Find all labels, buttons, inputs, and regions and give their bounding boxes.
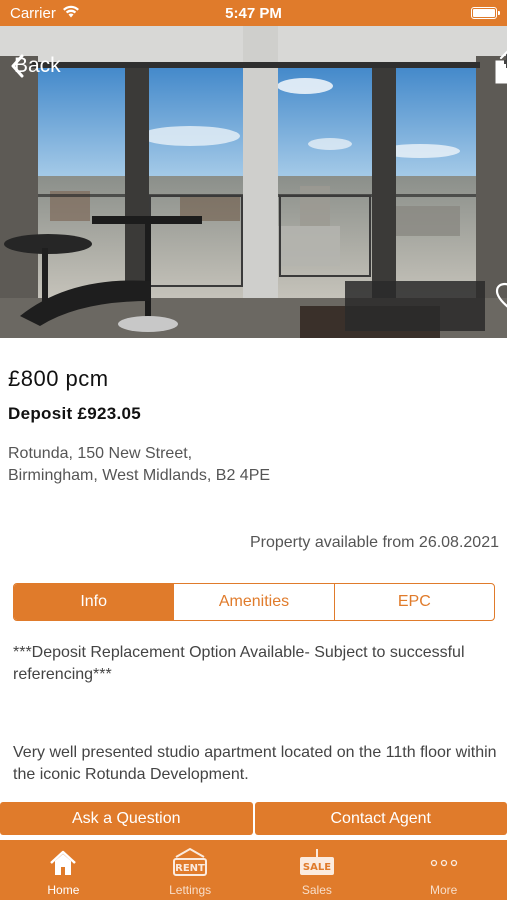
availability-date: Property available from 26.08.2021 xyxy=(249,534,499,551)
tabbar-item-home[interactable]: Home xyxy=(0,840,127,900)
wifi-icon xyxy=(62,5,80,22)
tab-epc[interactable]: EPC xyxy=(333,584,494,620)
battery-icon xyxy=(471,7,500,19)
rent-badge: RENT xyxy=(175,863,205,874)
property-photo[interactable]: Back xyxy=(0,26,507,338)
address-line-2: Birmingham, West Midlands, B2 4PE xyxy=(8,467,271,484)
property-photo-illustration xyxy=(0,26,507,338)
tabbar-label-sales: Sales xyxy=(301,883,332,897)
ask-question-button[interactable]: Ask a Question xyxy=(0,802,253,835)
info-paragraph-2: Very well presented studio apartment loc… xyxy=(13,744,497,783)
tabbar-item-lettings[interactable]: RENT Lettings xyxy=(127,840,254,900)
tabbar-label-more: More xyxy=(429,883,458,897)
tabbar-item-more[interactable]: More xyxy=(380,840,507,900)
tabbar-label-home: Home xyxy=(47,883,80,897)
tab-info[interactable]: Info xyxy=(14,584,174,620)
address-line-1: Rotunda, 150 New Street, xyxy=(8,445,193,462)
sale-sign-icon: SALE xyxy=(297,847,337,879)
carrier-label: Carrier xyxy=(10,4,56,22)
sale-badge: SALE xyxy=(303,862,331,873)
detail-tabs: Info Amenities EPC xyxy=(13,583,495,621)
home-icon xyxy=(49,847,77,879)
bottom-tab-bar: Home RENT Lettings SALE Sales More xyxy=(0,840,507,900)
action-bar: Ask a Question Contact Agent xyxy=(0,802,507,835)
tabbar-item-sales[interactable]: SALE Sales xyxy=(254,840,381,900)
status-left: Carrier xyxy=(10,5,80,22)
rent-sign-icon: RENT xyxy=(170,847,210,879)
tab-amenities[interactable]: Amenities xyxy=(173,584,333,620)
listing-price: £800 pcm xyxy=(8,366,109,391)
info-paragraph-1: ***Deposit Replacement Option Available-… xyxy=(13,644,465,683)
back-button[interactable]: Back xyxy=(10,54,61,78)
listing-address: Rotunda, 150 New Street, Birmingham, Wes… xyxy=(8,443,270,487)
contact-agent-button[interactable]: Contact Agent xyxy=(254,802,507,835)
more-icon xyxy=(429,847,459,879)
status-bar: Carrier 5:47 PM xyxy=(0,0,507,26)
tabbar-label-lettings: Lettings xyxy=(169,883,212,897)
status-time: 5:47 PM xyxy=(225,4,282,22)
listing-deposit: Deposit £923.05 xyxy=(8,404,142,423)
